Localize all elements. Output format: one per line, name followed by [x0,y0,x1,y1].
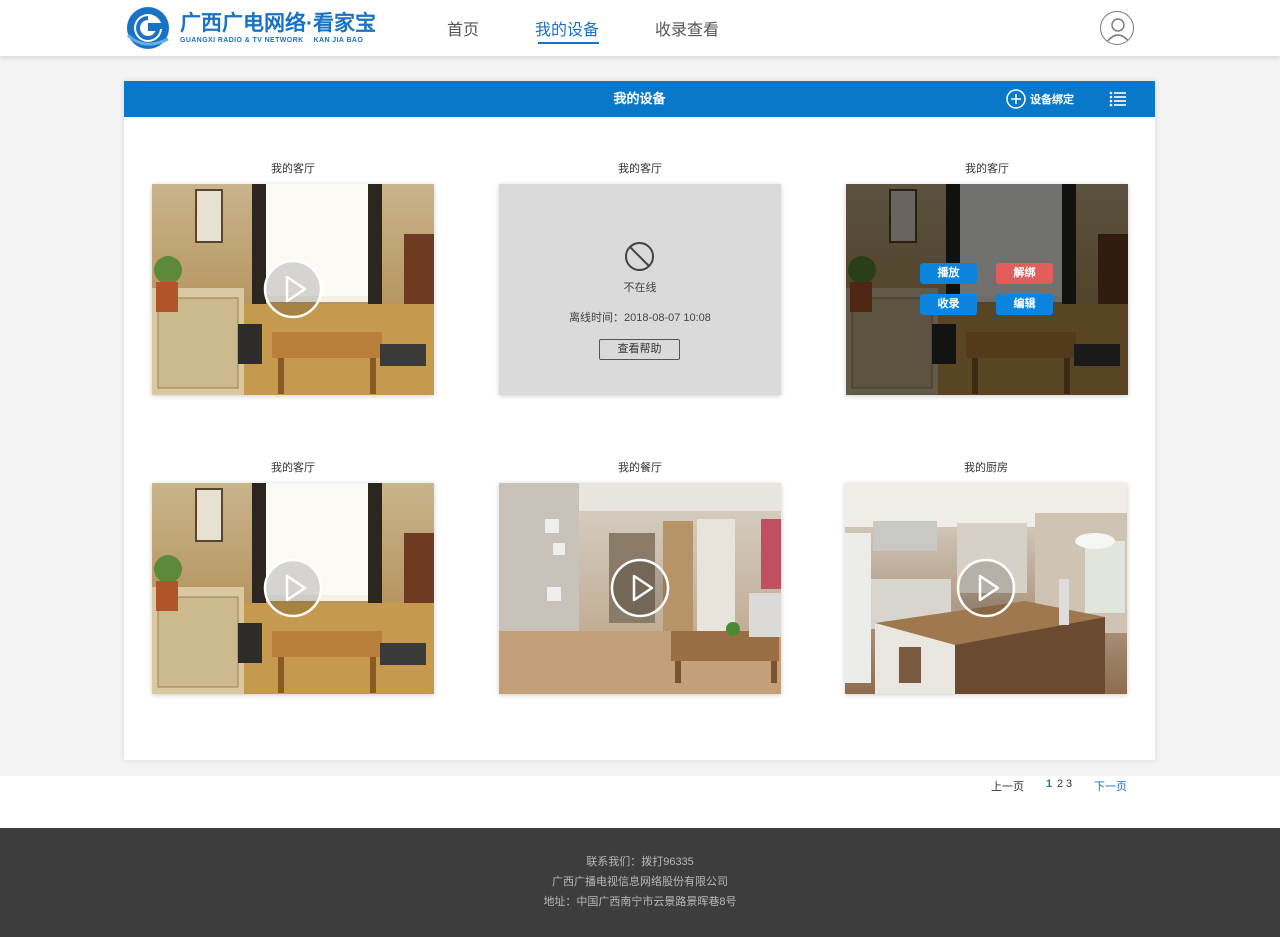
play-button[interactable]: 播放 [920,263,977,284]
logo-g-icon [126,7,169,49]
offline-status: 不在线 [623,282,657,294]
nav-recordings[interactable]: 收录查看 [655,0,719,56]
device-name: 我的客厅 [271,462,315,474]
brand-logo[interactable]: 广西广电网络·看家宝 GUANGXI RADIO & TV NETWORK KA… [124,5,376,51]
nav-my-devices[interactable]: 我的设备 [535,0,600,56]
device-preview[interactable] [845,483,1127,694]
bind-device-label: 设备绑定 [1030,94,1074,106]
page-link-2[interactable]: 2 [1057,778,1063,790]
device-card: 我的客厅 [152,460,434,694]
footer-company: 广西广播电视信息网络股份有限公司 [552,876,728,888]
play-icon[interactable] [956,558,1016,618]
page-link-1[interactable]: 1 [1046,778,1052,790]
pagination: 上一页 1 2 3 下一页 [0,776,1280,828]
logo-subtitle-right: KAN JIA BAO [313,36,364,44]
nav-home[interactable]: 首页 [447,0,479,56]
device-preview[interactable] [499,483,781,694]
footer: 联系我们：拨打96335 广西广播电视信息网络股份有限公司 地址：中国广西南宁市… [0,828,1280,937]
add-circle-icon [1006,89,1026,109]
device-card: 我的餐厅 [499,460,781,694]
action-overlay [846,184,1128,395]
user-avatar[interactable] [1100,11,1134,45]
panel-header: 我的设备 设备绑定 [124,81,1155,117]
play-icon[interactable] [263,558,323,618]
panel-title: 我的设备 [613,91,666,106]
device-preview: 播放 解绑 收录 编辑 [846,184,1128,395]
device-preview[interactable] [152,184,434,395]
device-name: 我的客厅 [618,163,662,175]
next-page-link[interactable]: 下一页 [1094,778,1127,794]
user-icon [1105,18,1131,44]
unbind-button[interactable]: 解绑 [996,263,1053,284]
play-icon[interactable] [263,259,323,319]
device-name: 我的餐厅 [618,462,662,474]
main-nav: 首页 我的设备 收录查看 [447,0,775,56]
device-card: 我的客厅 [152,161,434,395]
device-name: 我的客厅 [271,163,315,175]
offline-ban-icon [625,242,654,271]
device-card: 我的客厅 播放 解绑 收录 编辑 [846,161,1128,395]
list-view-icon[interactable] [1109,90,1127,108]
footer-contact: 联系我们：拨打96335 [586,856,694,868]
play-icon[interactable] [610,558,670,618]
device-preview[interactable] [152,483,434,694]
prev-page-link[interactable]: 上一页 [991,778,1024,794]
device-card: 我的厨房 [845,460,1127,694]
logo-subtitle-left: GUANGXI RADIO & TV NETWORK [180,36,304,44]
bind-device-button[interactable]: 设备绑定 [1006,88,1074,110]
edit-button[interactable]: 编辑 [996,294,1053,315]
device-card: 我的客厅 不在线 离线时间：2018-08-07 10:08 查看帮助 [499,161,781,395]
record-button[interactable]: 收录 [920,294,977,315]
logo-title: 广西广电网络·看家宝 [180,11,376,35]
footer-address: 地址：中国广西南宁市云景路景晖巷8号 [543,896,737,908]
device-name: 我的客厅 [965,163,1009,175]
offline-time: 离线时间：2018-08-07 10:08 [569,312,711,324]
top-navbar: 广西广电网络·看家宝 GUANGXI RADIO & TV NETWORK KA… [0,0,1280,56]
view-help-button[interactable]: 查看帮助 [599,339,680,360]
device-offline-panel: 不在线 离线时间：2018-08-07 10:08 查看帮助 [499,184,781,395]
devices-panel: 我的设备 设备绑定 我的客厅 我的客厅 不在线 离线时间：2018-08-07 … [124,81,1155,760]
device-name: 我的厨房 [964,462,1008,474]
page-link-3[interactable]: 3 [1066,778,1072,790]
